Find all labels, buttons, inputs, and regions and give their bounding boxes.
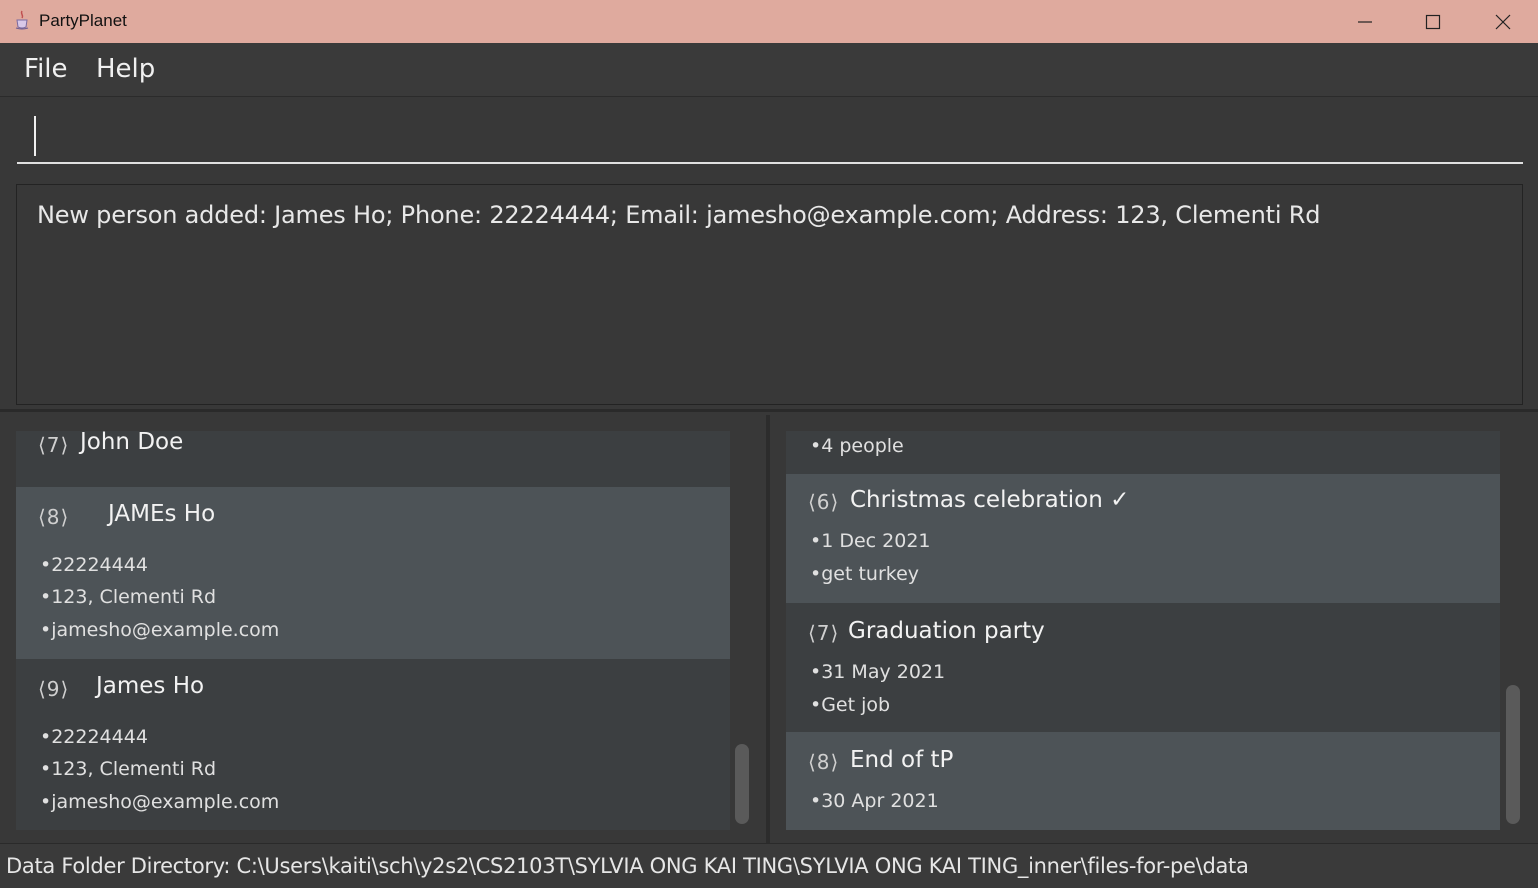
data-folder-path: Data Folder Directory: C:\Users\kaiti\sc…	[6, 854, 1249, 878]
event-card[interactable]: ⟨6⟩ Christmas celebration ✓ •1 Dec 2021 …	[786, 474, 1500, 603]
person-card[interactable]: ⟨7⟩ John Doe	[16, 431, 730, 487]
person-index: ⟨7⟩	[38, 433, 70, 457]
event-list[interactable]: •4 people ⟨6⟩ Christmas celebration ✓ •1…	[786, 431, 1500, 830]
person-phone: •22224444	[40, 554, 148, 576]
event-name: End of tP	[850, 747, 954, 773]
result-display[interactable]: New person added: James Ho; Phone: 22224…	[16, 184, 1523, 405]
event-date: •31 May 2021	[810, 661, 946, 683]
person-name: JAMEs Ho	[108, 501, 216, 527]
split-divider[interactable]	[766, 415, 770, 843]
minimize-button[interactable]	[1330, 0, 1400, 43]
status-bar: Data Folder Directory: C:\Users\kaiti\sc…	[0, 843, 1538, 888]
maximize-icon	[1425, 14, 1441, 29]
person-card[interactable]: ⟨9⟩ James Ho •22224444 •123, Clementi Rd…	[16, 659, 730, 830]
event-detail: •4 people	[810, 435, 904, 457]
event-card[interactable]: ⟨7⟩ Graduation party •31 May 2021 •Get j…	[786, 603, 1500, 732]
person-address: •123, Clementi Rd	[40, 586, 217, 608]
person-email: •jamesho@example.com	[40, 791, 280, 813]
java-cup-icon	[15, 10, 29, 30]
title-bar: PartyPlanet	[0, 0, 1538, 43]
person-index: ⟨9⟩	[38, 677, 70, 701]
event-remark: •Get job	[810, 694, 891, 716]
text-caret	[34, 116, 36, 156]
menu-file[interactable]: File	[24, 54, 68, 84]
event-index: ⟨8⟩	[808, 750, 840, 774]
person-index: ⟨8⟩	[38, 505, 70, 529]
lists-area: ⟨7⟩ John Doe ⟨8⟩ JAMEs Ho •22224444 •123…	[0, 415, 1538, 843]
menu-bar: File Help	[0, 43, 1538, 97]
command-pane	[0, 98, 1538, 176]
result-message: New person added: James Ho; Phone: 22224…	[37, 201, 1321, 229]
person-list[interactable]: ⟨7⟩ John Doe ⟨8⟩ JAMEs Ho •22224444 •123…	[16, 431, 730, 830]
person-card[interactable]: ⟨8⟩ JAMEs Ho •22224444 •123, Clementi Rd…	[16, 487, 730, 659]
event-list-scrollbar[interactable]	[1506, 685, 1520, 824]
command-input[interactable]	[17, 112, 1523, 164]
person-phone: •22224444	[40, 726, 148, 748]
event-date: •1 Dec 2021	[810, 530, 931, 552]
event-index: ⟨6⟩	[808, 490, 840, 514]
event-name: Graduation party	[848, 618, 1045, 644]
person-name: John Doe	[80, 431, 184, 455]
person-name: James Ho	[96, 673, 205, 699]
menu-help[interactable]: Help	[96, 54, 155, 84]
window-title: PartyPlanet	[39, 11, 127, 30]
person-email: •jamesho@example.com	[40, 619, 280, 641]
person-list-scrollbar[interactable]	[735, 744, 749, 824]
minimize-icon	[1358, 20, 1372, 23]
event-name: Christmas celebration ✓	[850, 487, 1130, 513]
event-card[interactable]: •4 people	[786, 431, 1500, 474]
person-address: •123, Clementi Rd	[40, 758, 217, 780]
event-date: •30 Apr 2021	[810, 790, 939, 812]
maximize-button[interactable]	[1398, 0, 1468, 43]
close-icon	[1495, 14, 1511, 29]
close-button[interactable]	[1468, 0, 1538, 43]
event-index: ⟨7⟩	[808, 621, 840, 645]
result-pane: New person added: James Ho; Phone: 22224…	[0, 176, 1538, 412]
event-remark: •get turkey	[810, 563, 920, 585]
event-card[interactable]: ⟨8⟩ End of tP •30 Apr 2021	[786, 732, 1500, 830]
